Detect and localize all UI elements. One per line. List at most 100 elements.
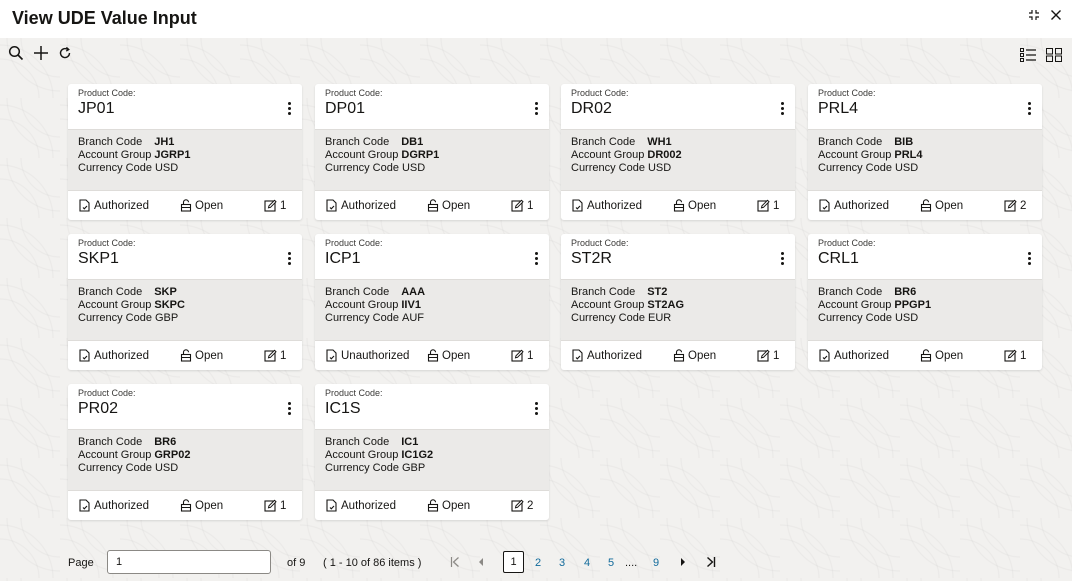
modification-count: 2 (1004, 199, 1026, 212)
page-number[interactable]: 3 (559, 557, 565, 569)
tile-view-icon[interactable] (1046, 48, 1062, 67)
record-card[interactable]: Product Code: JP01 Branch Code JH1 Account G… (68, 84, 302, 220)
record-card[interactable]: Product Code: PRL4 Branch Code BIB Account G… (808, 84, 1042, 220)
previous-page-icon[interactable] (478, 557, 484, 570)
product-code-value: IC1S (325, 400, 361, 417)
modification-count: 1 (264, 199, 286, 212)
modification-count-value: 1 (280, 349, 287, 362)
page-number[interactable]: 4 (584, 557, 590, 569)
kebab-menu-icon[interactable] (284, 100, 294, 120)
modification-count-value: 1 (527, 349, 534, 362)
edit-icon (264, 199, 277, 212)
unlock-icon (427, 349, 439, 362)
card-footer: Authorized Open 1 (808, 340, 1042, 370)
kebab-menu-icon[interactable] (777, 250, 787, 270)
kebab-menu-icon[interactable] (1024, 100, 1034, 120)
kebab-menu-icon[interactable] (531, 400, 541, 420)
kebab-menu-icon[interactable] (284, 400, 294, 420)
unlock-icon (180, 499, 192, 512)
branch-code-value: JH1 (154, 136, 175, 148)
currency-code-label: Currency Code (78, 312, 152, 324)
account-group-value: ST2AG (647, 299, 685, 311)
authorization-status-label: Authorized (834, 349, 889, 362)
record-card[interactable]: Product Code: ICP1 Branch Code AAA Account G… (315, 234, 549, 370)
modification-count-value: 2 (1020, 199, 1027, 212)
kebab-menu-icon[interactable] (777, 100, 787, 120)
card-header: Product Code: DR02 (561, 84, 795, 130)
page-input[interactable] (107, 550, 271, 574)
card-header: Product Code: JP01 (68, 84, 302, 130)
authorization-status: Authorized (571, 199, 642, 212)
card-footer: Authorized Open 1 (561, 340, 795, 370)
authorized-icon (818, 349, 831, 362)
page-number[interactable]: 2 (535, 557, 541, 569)
first-page-icon[interactable] (450, 556, 460, 571)
authorized-icon (818, 199, 831, 212)
record-status-label: Open (195, 199, 224, 212)
record-card[interactable]: Product Code: DR02 Branch Code WH1 Account G… (561, 84, 795, 220)
account-group-label: Account Group (571, 149, 645, 161)
unlock-icon (427, 499, 439, 512)
currency-code-label: Currency Code (571, 162, 645, 174)
record-status-label: Open (195, 349, 224, 362)
edit-icon (1004, 349, 1017, 362)
kebab-menu-icon[interactable] (1024, 250, 1034, 270)
currency-code-value: USD (401, 162, 426, 174)
kebab-menu-icon[interactable] (531, 250, 541, 270)
branch-code-label: Branch Code (818, 286, 883, 298)
restore-icon[interactable] (1028, 9, 1040, 21)
branch-code-value: BIB (894, 136, 914, 148)
record-status: Open (180, 499, 223, 512)
edit-icon (511, 349, 524, 362)
page-number[interactable]: 5 (608, 557, 614, 569)
card-details: Branch Code BR6 Account Group PPGP1 Currency… (818, 286, 1032, 325)
account-group-value: GRP02 (154, 449, 191, 461)
modification-count-value: 1 (280, 199, 287, 212)
record-card[interactable]: Product Code: CRL1 Branch Code BR6 Account G… (808, 234, 1042, 370)
card-header: Product Code: SKP1 (68, 234, 302, 280)
kebab-menu-icon[interactable] (531, 100, 541, 120)
currency-code-label: Currency Code (818, 312, 892, 324)
page-number-current[interactable]: 1 (503, 551, 524, 573)
record-card[interactable]: Product Code: PR02 Branch Code BR6 Account G… (68, 384, 302, 520)
record-card[interactable]: Product Code: DP01 Branch Code DB1 Account G… (315, 84, 549, 220)
kebab-menu-icon[interactable] (284, 250, 294, 270)
card-header: Product Code: IC1S (315, 384, 549, 430)
modification-count: 1 (757, 199, 779, 212)
page-number[interactable]: 9 (653, 557, 659, 569)
card-details: Branch Code WH1 Account Group DR002 Currency… (571, 136, 785, 175)
last-page-icon[interactable] (706, 556, 716, 571)
card-header: Product Code: PR02 (68, 384, 302, 430)
currency-code-value: USD (894, 162, 919, 174)
record-card[interactable]: Product Code: SKP1 Branch Code SKP Account G… (68, 234, 302, 370)
record-status: Open (427, 199, 470, 212)
add-icon[interactable] (32, 44, 50, 62)
product-code-label: Product Code: (78, 88, 136, 98)
record-card[interactable]: Product Code: ST2R Branch Code ST2 Account G… (561, 234, 795, 370)
currency-code-value: AUF (401, 312, 424, 324)
search-icon[interactable] (8, 45, 24, 61)
modification-count: 1 (1004, 349, 1026, 362)
card-footer: Authorized Open 2 (315, 490, 549, 520)
modification-count: 1 (264, 499, 286, 512)
product-code-value: SKP1 (78, 250, 119, 267)
close-icon[interactable] (1050, 9, 1062, 21)
account-group-value: IIV1 (401, 299, 421, 311)
authorized-icon (325, 199, 338, 212)
currency-code-value: EUR (647, 312, 672, 324)
list-view-icon[interactable] (1020, 48, 1036, 67)
card-footer: Authorized Open 1 (68, 340, 302, 370)
record-card[interactable]: Product Code: IC1S Branch Code IC1 Account G… (315, 384, 549, 520)
authorization-status-label: Authorized (587, 199, 642, 212)
items-summary: ( 1 - 10 of 86 items ) (323, 557, 422, 569)
refresh-icon[interactable] (58, 46, 72, 60)
next-page-icon[interactable] (680, 557, 686, 570)
account-group-label: Account Group (818, 149, 892, 161)
branch-code-label: Branch Code (325, 436, 390, 448)
edit-icon (264, 499, 277, 512)
currency-code-label: Currency Code (78, 162, 152, 174)
pagination: Page of 9 ( 1 - 10 of 86 items ) 1 2 3 4… (0, 546, 1072, 581)
product-code-value: ICP1 (325, 250, 361, 267)
authorized-icon (571, 199, 584, 212)
account-group-label: Account Group (818, 299, 892, 311)
